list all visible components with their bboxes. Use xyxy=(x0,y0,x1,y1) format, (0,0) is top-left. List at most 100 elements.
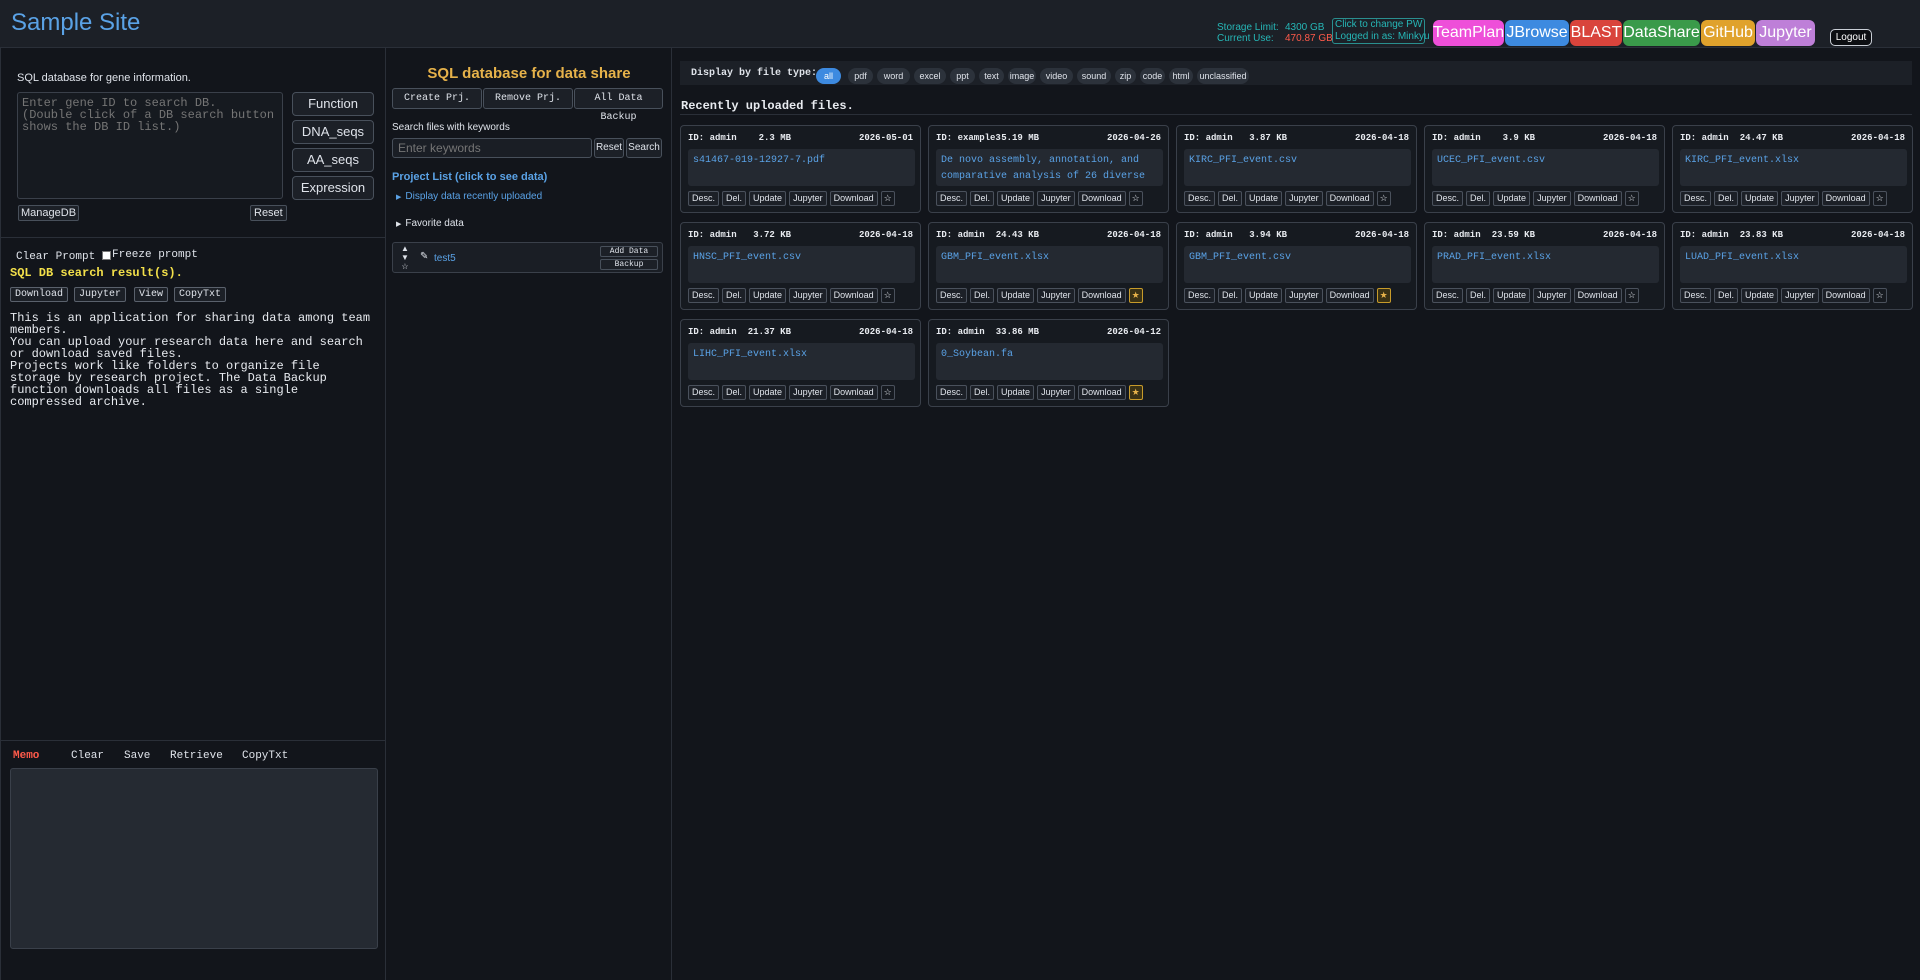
favorite-star-icon[interactable]: ☆ xyxy=(1872,191,1887,206)
file-name-link[interactable]: LIHC_PFI_event.xlsx xyxy=(688,343,915,380)
file-download-button[interactable]: Download xyxy=(1573,191,1622,206)
file-download-button[interactable]: Download xyxy=(1077,191,1126,206)
freeze-prompt-toggle[interactable]: Freeze prompt xyxy=(102,249,198,261)
aa-seqs-button[interactable]: AA_seqs xyxy=(292,148,374,172)
jupyter-button[interactable]: Jupyter xyxy=(1756,20,1815,46)
memo-textarea[interactable] xyxy=(10,768,378,949)
file-update-button[interactable]: Update xyxy=(997,385,1035,400)
favorite-star-icon[interactable]: ☆ xyxy=(1872,288,1887,303)
file-download-button[interactable]: Download xyxy=(1821,288,1870,303)
file-jupyter-button[interactable]: Jupyter xyxy=(789,288,827,303)
file-name-link[interactable]: UCEC_PFI_event.csv xyxy=(1432,149,1659,186)
datashare-button[interactable]: DataShare xyxy=(1623,20,1700,46)
file-del-button[interactable]: Del. xyxy=(970,191,995,206)
file-download-button[interactable]: Download xyxy=(829,288,878,303)
clear-prompt-button[interactable]: Clear Prompt xyxy=(16,251,95,263)
keyword-search-button[interactable]: Search xyxy=(626,138,662,158)
favorite-star-icon[interactable]: ☆ xyxy=(1128,191,1143,206)
jbrowse-button[interactable]: JBrowse xyxy=(1505,20,1569,46)
github-button[interactable]: GitHub xyxy=(1701,20,1755,46)
file-type-chip-all[interactable]: all xyxy=(816,68,841,84)
file-name-link[interactable]: HNSC_PFI_event.csv xyxy=(688,246,915,283)
file-update-button[interactable]: Update xyxy=(749,385,787,400)
file-update-button[interactable]: Update xyxy=(1741,191,1779,206)
file-update-button[interactable]: Update xyxy=(1741,288,1779,303)
favorite-star-icon[interactable]: ☆ xyxy=(1376,191,1391,206)
file-jupyter-button[interactable]: Jupyter xyxy=(789,191,827,206)
file-desc-button[interactable]: Desc. xyxy=(936,385,968,400)
file-name-link[interactable]: KIRC_PFI_event.csv xyxy=(1184,149,1411,186)
gene-id-input[interactable] xyxy=(17,92,283,199)
file-jupyter-button[interactable]: Jupyter xyxy=(1533,191,1571,206)
file-download-button[interactable]: Download xyxy=(1077,385,1126,400)
keyword-search-input[interactable] xyxy=(392,138,592,158)
recent-data-toggle[interactable]: ▶ Display data recently uploaded xyxy=(396,191,542,202)
file-update-button[interactable]: Update xyxy=(997,288,1035,303)
file-jupyter-button[interactable]: Jupyter xyxy=(1037,288,1075,303)
file-jupyter-button[interactable]: Jupyter xyxy=(1781,288,1819,303)
favorite-star-icon[interactable]: ☆ xyxy=(880,288,895,303)
file-download-button[interactable]: Download xyxy=(1573,288,1622,303)
file-name-link[interactable]: De novo assembly, annotation, and compar… xyxy=(936,149,1163,186)
file-type-chip-image[interactable]: image xyxy=(1008,68,1036,84)
file-download-button[interactable]: Download xyxy=(1325,191,1374,206)
reorder-icon[interactable]: ▲ ▼ ☆ xyxy=(401,244,409,271)
file-jupyter-button[interactable]: Jupyter xyxy=(1037,191,1075,206)
file-del-button[interactable]: Del. xyxy=(1218,288,1243,303)
file-type-chip-code[interactable]: code xyxy=(1140,68,1165,84)
file-download-button[interactable]: Download xyxy=(1325,288,1374,303)
file-jupyter-button[interactable]: Jupyter xyxy=(789,385,827,400)
file-type-chip-text[interactable]: text xyxy=(979,68,1004,84)
file-del-button[interactable]: Del. xyxy=(722,191,747,206)
favorite-star-icon[interactable]: ☆ xyxy=(880,385,895,400)
project-list-title[interactable]: Project List (click to see data) xyxy=(392,171,547,183)
file-del-button[interactable]: Del. xyxy=(1218,191,1243,206)
blast-button[interactable]: BLAST xyxy=(1570,20,1622,46)
file-del-button[interactable]: Del. xyxy=(1466,191,1491,206)
file-desc-button[interactable]: Desc. xyxy=(936,191,968,206)
file-name-link[interactable]: 0_Soybean.fa xyxy=(936,343,1163,380)
memo-copytxt-button[interactable]: CopyTxt xyxy=(242,750,288,762)
file-download-button[interactable]: Download xyxy=(1077,288,1126,303)
site-title[interactable]: Sample Site xyxy=(11,9,140,37)
file-desc-button[interactable]: Desc. xyxy=(1432,191,1464,206)
favorite-star-icon[interactable]: ★ xyxy=(1128,288,1143,303)
file-desc-button[interactable]: Desc. xyxy=(936,288,968,303)
file-jupyter-button[interactable]: Jupyter xyxy=(1781,191,1819,206)
file-update-button[interactable]: Update xyxy=(1493,288,1531,303)
memo-retrieve-button[interactable]: Retrieve xyxy=(170,750,223,762)
file-update-button[interactable]: Update xyxy=(1245,288,1283,303)
project-item[interactable]: ▲ ▼ ☆ ✎ test5 Add Data Backup xyxy=(392,242,663,273)
file-del-button[interactable]: Del. xyxy=(722,288,747,303)
favorite-star-icon[interactable]: ★ xyxy=(1376,288,1391,303)
file-del-button[interactable]: Del. xyxy=(1466,288,1491,303)
freeze-prompt-checkbox[interactable] xyxy=(102,250,111,260)
result-copytxt-button[interactable]: CopyTxt xyxy=(174,287,227,302)
file-name-link[interactable]: KIRC_PFI_event.xlsx xyxy=(1680,149,1907,186)
file-download-button[interactable]: Download xyxy=(829,385,878,400)
file-type-chip-word[interactable]: word xyxy=(877,68,910,84)
manage-db-button[interactable]: ManageDB xyxy=(18,205,80,221)
file-desc-button[interactable]: Desc. xyxy=(1184,288,1216,303)
memo-clear-button[interactable]: Clear xyxy=(71,750,104,762)
file-download-button[interactable]: Download xyxy=(1821,191,1870,206)
file-del-button[interactable]: Del. xyxy=(1714,191,1739,206)
project-name[interactable]: test5 xyxy=(434,253,456,264)
file-del-button[interactable]: Del. xyxy=(722,385,747,400)
file-jupyter-button[interactable]: Jupyter xyxy=(1285,191,1323,206)
teamplan-button[interactable]: TeamPlan xyxy=(1433,20,1504,46)
project-backup-button[interactable]: Backup xyxy=(600,259,658,270)
file-del-button[interactable]: Del. xyxy=(970,385,995,400)
file-type-chip-zip[interactable]: zip xyxy=(1115,68,1136,84)
file-type-chip-video[interactable]: video xyxy=(1040,68,1073,84)
file-name-link[interactable]: GBM_PFI_event.xlsx xyxy=(936,246,1163,283)
favorite-star-icon[interactable]: ☆ xyxy=(880,191,895,206)
create-project-button[interactable]: Create Prj. xyxy=(392,88,482,109)
file-type-chip-sound[interactable]: sound xyxy=(1077,68,1111,84)
all-data-backup-button[interactable]: All Data Backup xyxy=(574,88,663,123)
file-update-button[interactable]: Update xyxy=(749,191,787,206)
file-update-button[interactable]: Update xyxy=(997,191,1035,206)
result-jupyter-button[interactable]: Jupyter xyxy=(74,287,127,302)
file-name-link[interactable]: LUAD_PFI_event.xlsx xyxy=(1680,246,1907,283)
file-desc-button[interactable]: Desc. xyxy=(688,288,720,303)
